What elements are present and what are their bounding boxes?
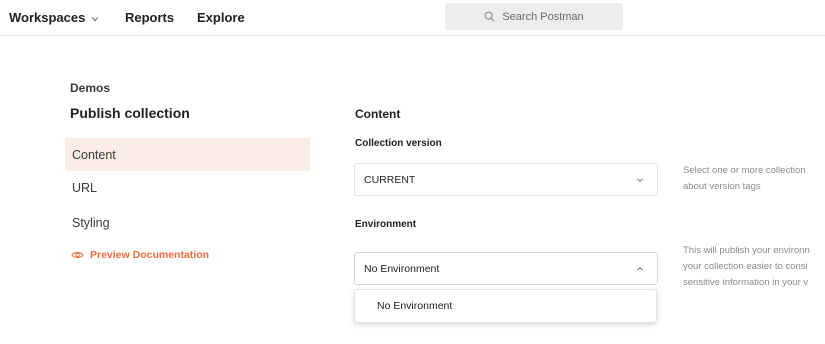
reports-link[interactable]: Reports bbox=[125, 10, 174, 25]
collection-version-help: Select one or more collection about vers… bbox=[683, 163, 825, 195]
search-input[interactable]: Search Postman bbox=[445, 3, 623, 30]
breadcrumb[interactable]: Demos bbox=[70, 81, 110, 95]
environment-label: Environment bbox=[355, 219, 417, 230]
collection-version-value: CURRENT bbox=[364, 173, 416, 186]
sidebar-item-content[interactable]: Content bbox=[65, 138, 310, 171]
help-line: sensitive information in your v bbox=[683, 277, 809, 288]
search-icon bbox=[484, 11, 495, 22]
environment-select[interactable]: No Environment bbox=[354, 252, 658, 285]
sidebar-item-label: Content bbox=[72, 147, 116, 162]
sidebar-item-label: URL bbox=[72, 180, 98, 195]
top-navigation-bar: Workspaces Reports Explore Search Postma… bbox=[0, 0, 825, 36]
environment-option[interactable]: No Environment bbox=[355, 290, 656, 322]
help-line: This will publish your environn bbox=[683, 245, 810, 256]
collection-version-select[interactable]: CURRENT bbox=[354, 163, 658, 196]
preview-documentation-label: Preview Documentation bbox=[90, 249, 210, 261]
eye-icon bbox=[71, 252, 84, 258]
help-line: about version tags bbox=[683, 181, 761, 192]
workspaces-menu[interactable]: Workspaces bbox=[9, 10, 100, 25]
environment-dropdown-menu: No Environment bbox=[354, 289, 657, 323]
environment-help: This will publish your environn your col… bbox=[683, 243, 825, 291]
environment-value: No Environment bbox=[364, 262, 440, 275]
help-line: your collection easier to consi bbox=[683, 261, 808, 272]
sidebar-item-url[interactable]: URL bbox=[65, 171, 310, 204]
chevron-down-icon bbox=[91, 16, 99, 21]
preview-documentation-link[interactable]: Preview Documentation bbox=[71, 249, 209, 261]
collection-version-label: Collection version bbox=[355, 138, 442, 149]
chevron-down-icon bbox=[637, 177, 643, 182]
sidebar-item-label: Styling bbox=[72, 215, 110, 230]
explore-link[interactable]: Explore bbox=[197, 10, 245, 25]
search-placeholder: Search Postman bbox=[502, 10, 584, 23]
sidebar-item-styling[interactable]: Styling bbox=[65, 206, 310, 239]
page-title: Publish collection bbox=[70, 105, 190, 121]
content-section-title: Content bbox=[355, 107, 401, 121]
help-line: Select one or more collection bbox=[683, 165, 806, 176]
workspaces-label: Workspaces bbox=[9, 10, 86, 25]
chevron-up-icon bbox=[637, 266, 643, 271]
